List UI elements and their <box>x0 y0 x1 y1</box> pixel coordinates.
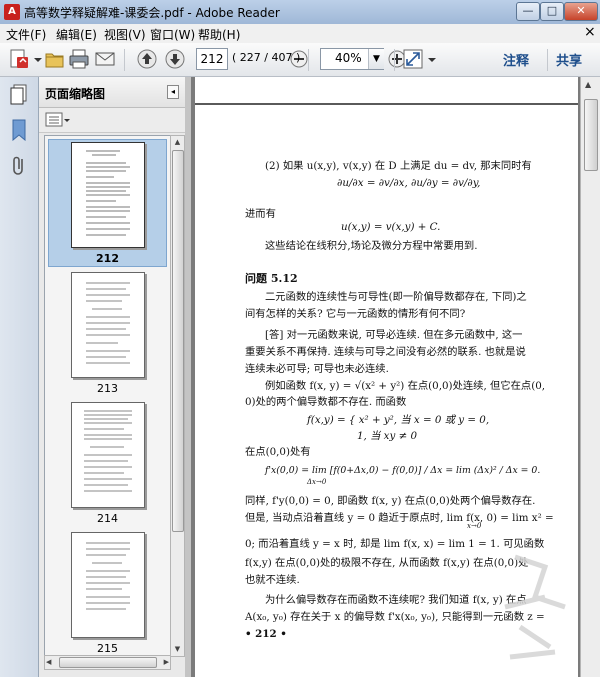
minimize-button[interactable]: — <box>516 2 540 21</box>
scroll-thumb[interactable] <box>584 99 598 171</box>
menu-edit[interactable]: 编辑(E) <box>56 26 97 43</box>
annotate-button[interactable]: 注释 <box>503 50 529 69</box>
doc-line: 间有怎样的关系? 它与一元函数的情形有何不同? <box>245 308 466 320</box>
page-thumbnails-icon[interactable] <box>9 84 29 106</box>
panel-title: 页面缩略图 <box>45 87 106 101</box>
bookmarks-icon[interactable] <box>10 119 28 141</box>
doc-formula: ∂u/∂x = ∂v/∂x, ∂u/∂y = ∂v/∂y, <box>337 177 481 189</box>
menu-window[interactable]: 窗口(W) <box>150 26 195 43</box>
create-pdf-icon[interactable] <box>8 48 30 70</box>
scroll-thumb[interactable] <box>59 657 157 668</box>
thumbnail-page-214[interactable] <box>71 402 145 508</box>
toolbar-separator <box>394 49 395 71</box>
page-count: ( 227 / 407 ) <box>232 51 301 64</box>
thumbnail-label-212: 212 <box>96 252 119 265</box>
scroll-up-icon[interactable]: ▲ <box>585 80 591 89</box>
chevron-down-icon[interactable]: ▼ <box>368 49 384 69</box>
scroll-thumb[interactable] <box>172 150 184 532</box>
doc-line: 例如函数 f(x, y) = √(x² + y²) 在点(0,0)处连续, 但它… <box>265 380 546 392</box>
thumbnail-list: 212 213 214 215 <box>44 135 171 669</box>
page-footer-number: • 212 • <box>245 628 287 640</box>
menu-bar: 文件(F) 编辑(E) 视图(V) 窗口(W) 帮助(H) × <box>0 24 600 44</box>
thumbnail-vertical-scrollbar[interactable]: ▲ ▼ <box>170 135 185 657</box>
open-folder-icon[interactable] <box>44 48 66 70</box>
thumbnail-page-213[interactable] <box>71 272 145 378</box>
doc-line: 也就不连续. <box>245 574 300 586</box>
scroll-left-icon[interactable]: ◀ <box>46 656 51 669</box>
adobe-reader-app-icon: A <box>4 4 20 20</box>
doc-section-heading: 问题 5.12 <box>245 272 298 285</box>
thumbnail-preview <box>86 282 130 364</box>
doc-formula-subscript: Δx→0 <box>307 478 327 486</box>
thumbnail-page-212[interactable] <box>71 142 145 248</box>
doc-line: 二元函数的连续性与可导性(即一阶偏导数都存在, 下同)之 <box>265 291 527 303</box>
page-number-input[interactable]: 212 <box>196 48 228 70</box>
zoom-select[interactable]: 40% ▼ <box>320 48 384 70</box>
watermark-stamp <box>504 554 566 660</box>
scroll-down-icon[interactable]: ▼ <box>172 644 183 655</box>
doc-formula: f'x(0,0) = lim [f(0+Δx,0) − f(0,0)] / Δx… <box>265 465 541 476</box>
doc-line: 但是, 当动点沿着直线 y = 0 趋近于原点时, lim f(x, 0) = … <box>245 512 554 524</box>
doc-line: 在点(0,0)处有 <box>245 446 311 458</box>
doc-line: 0)处的两个偏导数都不存在. 而函数 <box>245 396 407 408</box>
thumbnail-preview <box>84 410 132 492</box>
doc-line: (2) 如果 u(x,y), v(x,y) 在 D 上满足 du = dv, 那… <box>265 160 532 172</box>
window-title: 高等数学释疑解难-课委会.pdf - Adobe Reader <box>24 6 280 20</box>
thumbnail-label-213: 213 <box>97 382 118 395</box>
collapse-panel-icon[interactable]: ◂ <box>167 85 179 99</box>
panel-header: 页面缩略图 ◂ <box>39 77 185 108</box>
print-icon[interactable] <box>68 48 90 70</box>
doc-line: 重要关系不再保持. 连续与可导之间没有必然的联系. 也就是说 <box>245 346 526 358</box>
maximize-button[interactable]: □ <box>540 2 564 21</box>
doc-line: 这些结论在线积分,场论及微分方程中常要用到. <box>265 240 478 252</box>
previous-page-icon[interactable] <box>136 48 158 70</box>
toolbar-separator <box>308 49 309 71</box>
scroll-right-icon[interactable]: ▶ <box>164 656 169 669</box>
next-page-icon[interactable] <box>164 48 186 70</box>
page-thumbnails-panel: 页面缩略图 ◂ 212 213 214 215 ▲ ▼ ◀ ▶ <box>39 77 185 677</box>
thumbnail-preview <box>86 542 130 610</box>
fit-dropdown-icon[interactable] <box>426 48 438 70</box>
adobe-reader-window: A 高等数学释疑解难-课委会.pdf - Adobe Reader — □ ✕ … <box>0 0 600 677</box>
doc-formula-subscript: x→0 <box>467 522 482 530</box>
doc-formula: u(x,y) = v(x,y) + C. <box>341 221 441 233</box>
doc-formula: 1, 当 xy ≠ 0 <box>357 430 418 442</box>
thumbnail-page-215[interactable] <box>71 532 145 638</box>
close-document-button[interactable]: × <box>584 24 596 40</box>
toolbar-separator <box>124 49 125 71</box>
scroll-up-icon[interactable]: ▲ <box>172 137 183 148</box>
attachments-paperclip-icon[interactable] <box>9 155 29 177</box>
document-vertical-scrollbar[interactable]: ▲ <box>580 77 600 677</box>
create-dropdown-icon[interactable] <box>32 48 44 70</box>
title-bar: A 高等数学释疑解难-课委会.pdf - Adobe Reader — □ ✕ <box>0 0 600 24</box>
doc-line: 为什么偏导数存在而函数不连续呢? 我们知道 f(x, y) 在点 <box>265 594 527 606</box>
fit-page-icon[interactable] <box>402 48 424 70</box>
doc-line: [答] 对一元函数来说, 可导必连续. 但在多元函数中, 这一 <box>265 329 523 341</box>
doc-line: 连续未必可导; 可导也未必连续. <box>245 363 389 375</box>
email-icon[interactable] <box>94 48 116 70</box>
options-menu-icon[interactable] <box>45 112 71 128</box>
menu-help[interactable]: 帮助(H) <box>198 26 240 43</box>
document-view: (2) 如果 u(x,y), v(x,y) 在 D 上满足 du = dv, 那… <box>191 77 600 677</box>
pdf-page: (2) 如果 u(x,y), v(x,y) 在 D 上满足 du = dv, 那… <box>195 77 578 677</box>
zoom-value: 40% <box>335 51 362 65</box>
doc-line: f(x,y) 在点(0,0)处的极限不存在, 从而函数 f(x,y) 在点(0,… <box>245 557 529 569</box>
thumbnail-horizontal-scrollbar[interactable]: ◀ ▶ <box>44 655 171 670</box>
doc-line: 同样, f'y(0,0) = 0, 即函数 f(x, y) 在点(0,0)处两个… <box>245 495 536 507</box>
share-button[interactable]: 共享 <box>556 50 582 69</box>
thumbnail-preview <box>86 150 130 236</box>
thumbnail-label-214: 214 <box>97 512 118 525</box>
menu-file[interactable]: 文件(F) <box>6 26 46 43</box>
menu-view[interactable]: 视图(V) <box>104 26 146 43</box>
doc-line: 进而有 <box>245 208 276 220</box>
thumbnail-label-215: 215 <box>97 642 118 655</box>
toolbar-separator <box>547 49 548 71</box>
close-window-button[interactable]: ✕ <box>564 2 598 21</box>
doc-formula: f(x,y) = { x² + y², 当 x = 0 或 y = 0, <box>307 414 490 426</box>
navigation-pane-strip <box>0 77 39 677</box>
panel-options-bar <box>39 108 185 133</box>
previous-page-bottom-edge <box>195 77 578 105</box>
